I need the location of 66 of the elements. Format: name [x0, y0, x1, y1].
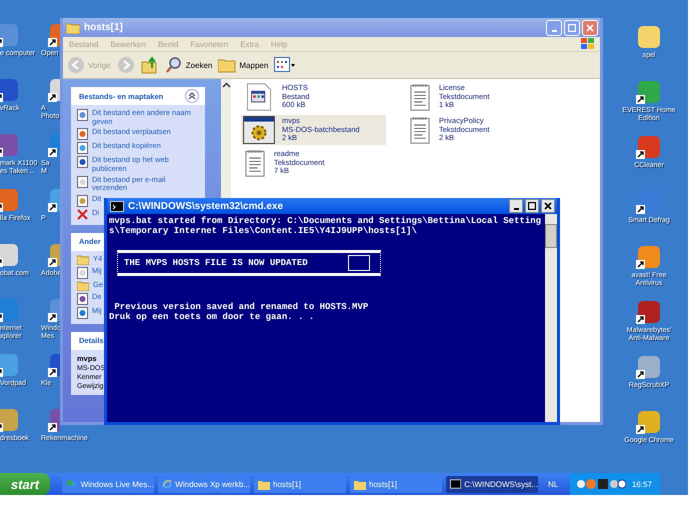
search-button[interactable]: Zoeken — [164, 56, 212, 74]
language-indicator[interactable]: NL — [548, 480, 558, 488]
taskbar-button[interactable]: hosts[1] — [254, 476, 346, 492]
folder-icon — [66, 22, 80, 34]
document-icon — [77, 266, 88, 279]
taskbar-button[interactable]: hosts[1] — [350, 476, 442, 492]
close-icon — [586, 24, 594, 32]
browser-icon — [162, 478, 172, 490]
folder-icon — [218, 57, 236, 73]
minimize-icon — [514, 208, 518, 210]
shortcut-icon[interactable] — [48, 77, 60, 103]
document-icon — [77, 292, 88, 305]
document-icon — [77, 142, 88, 154]
document-icon — [77, 156, 88, 168]
taskbar-button[interactable]: Windows Xp werkb... — [158, 476, 250, 492]
console-icon — [110, 200, 124, 212]
collapse-icon[interactable] — [185, 89, 199, 103]
document-icon — [77, 109, 88, 121]
close-icon — [544, 202, 552, 210]
console-line: mvps.bat started from Directory: C:\Documents and Settings\Bettina\Local Setting — [109, 216, 542, 226]
console-icon — [450, 479, 462, 489]
shortcut-icon[interactable] — [636, 299, 662, 325]
people-icon — [66, 478, 78, 490]
console-line: Druk op een toets om door te gaan. . . — [109, 312, 314, 322]
minimize-icon — [552, 30, 556, 32]
shortcut-icon[interactable] — [48, 407, 60, 433]
scrollbar[interactable] — [545, 214, 557, 422]
tray-icons-drawing[interactable] — [576, 478, 626, 490]
document-icon — [77, 176, 88, 188]
square-mark-icon — [348, 255, 370, 271]
maximize-icon — [568, 24, 576, 32]
clock: 16:57 — [632, 480, 652, 488]
shortcut-icon[interactable] — [0, 77, 20, 103]
folder-icon — [77, 280, 89, 291]
maximize-icon — [528, 202, 536, 210]
folders-button[interactable]: Mappen — [218, 57, 268, 73]
folder-icon — [354, 478, 366, 490]
taskbar-button[interactable]: Windows Live Mes... — [62, 476, 154, 492]
minimize-button[interactable] — [509, 199, 523, 213]
shortcut-icon[interactable] — [48, 187, 60, 213]
maximize-button[interactable] — [525, 199, 539, 213]
folder-icon — [258, 478, 270, 490]
up-folder-icon[interactable] — [140, 56, 159, 74]
console-line: s\Temporary Internet Files\Content.IE5\Y4IJ9UPP\hosts[1]\ — [109, 226, 417, 236]
scroll-up-icon[interactable] — [222, 81, 230, 90]
document-icon — [77, 306, 88, 319]
close-button[interactable] — [541, 199, 555, 213]
document-icon — [77, 128, 88, 140]
delete-icon — [77, 208, 88, 220]
shortcut-icon[interactable] — [48, 132, 60, 158]
window-title: hosts[1] — [84, 22, 124, 33]
folder-icon — [77, 254, 89, 265]
windows-logo-icon — [580, 37, 596, 51]
start-button[interactable]: start — [0, 473, 50, 495]
shortcut-icon[interactable] — [48, 22, 60, 48]
views-icon[interactable] — [274, 57, 296, 73]
taskbar-button[interactable]: C:\WINDOWS\syst... — [446, 476, 538, 492]
document-icon — [77, 194, 88, 207]
shortcut-icon[interactable] — [48, 352, 60, 378]
console-line: Previous version saved and renamed to HOSTS.MVP — [113, 302, 368, 312]
console-line: THE MVPS HOSTS FILE IS NOW UPDATED — [124, 258, 308, 268]
shortcut-icon[interactable] — [48, 297, 60, 323]
shortcut-icon[interactable] — [48, 242, 60, 268]
search-icon — [164, 56, 183, 74]
window-title: C:\WINDOWS\system32\cmd.exe — [128, 200, 284, 212]
gear-window-icon — [242, 116, 276, 144]
